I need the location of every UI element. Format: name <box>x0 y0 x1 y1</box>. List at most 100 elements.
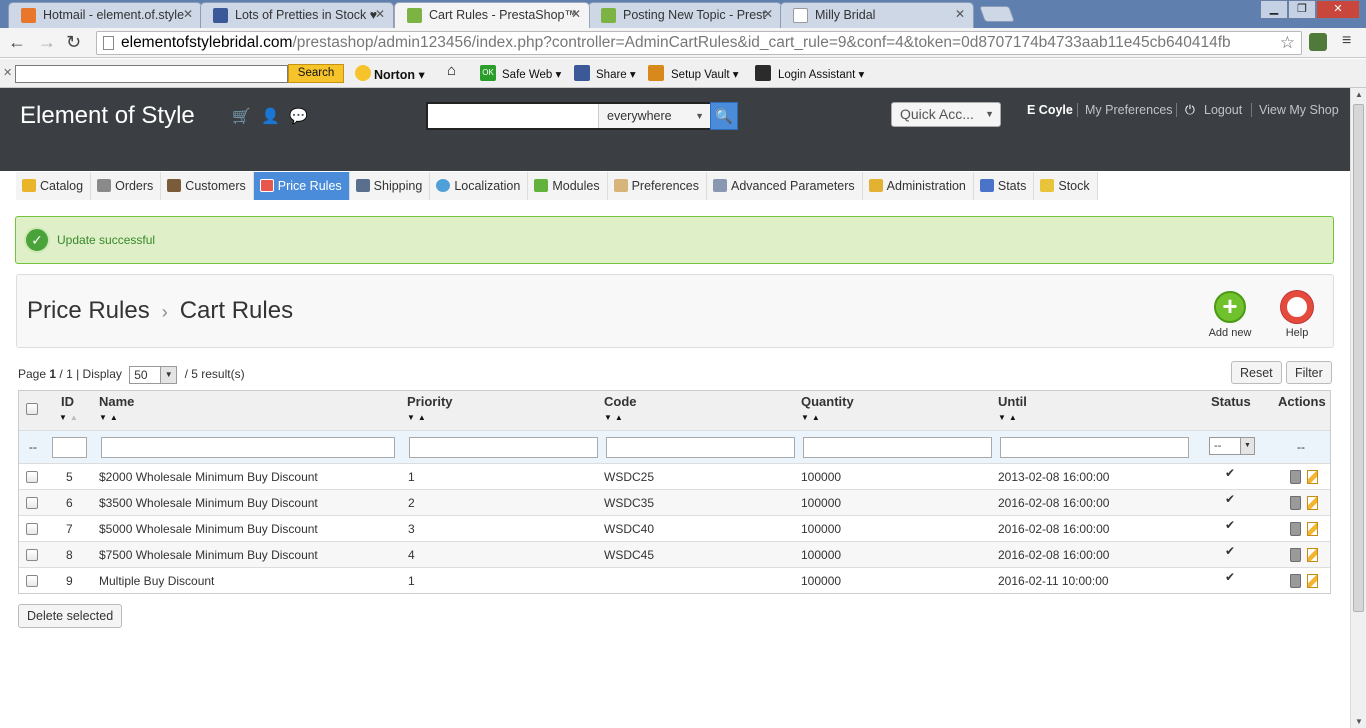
tab-close-icon[interactable]: ✕ <box>571 7 581 21</box>
status-enabled-icon[interactable]: ✔ <box>1225 570 1235 584</box>
browser-tab-facebook[interactable]: Lots of Pretties in Stock ♥ ✕ <box>200 2 394 28</box>
search-scope-select[interactable]: everywhere ▼ <box>598 104 710 128</box>
status-enabled-icon[interactable]: ✔ <box>1225 492 1235 506</box>
logout-link[interactable]: Logout <box>1204 103 1242 117</box>
maximize-button[interactable]: ❐ <box>1288 0 1316 19</box>
row-checkbox[interactable] <box>26 575 38 587</box>
status-enabled-icon[interactable]: ✔ <box>1225 544 1235 558</box>
browser-tab-cart-rules[interactable]: Cart Rules - PrestaShop™ ✕ <box>394 2 590 28</box>
display-count-select[interactable]: 50 ▼ <box>129 366 178 384</box>
browser-tab-milly[interactable]: Milly Bridal ✕ <box>780 2 974 28</box>
menu-icon[interactable]: ≡ <box>1342 32 1351 50</box>
tab-close-icon[interactable]: ✕ <box>183 7 193 21</box>
trash-icon[interactable] <box>1290 574 1301 588</box>
table-row[interactable]: 5 $2000 Wholesale Minimum Buy Discount 1… <box>19 464 1330 490</box>
filter-quantity-input[interactable] <box>803 437 992 458</box>
login-assistant-menu[interactable]: Login Assistant ▾ <box>778 67 864 81</box>
view-shop-link[interactable]: View My Shop <box>1259 103 1339 117</box>
admin-search-input[interactable]: everywhere ▼ <box>426 102 710 130</box>
row-checkbox[interactable] <box>26 497 38 509</box>
edit-pencil-icon[interactable] <box>1307 470 1318 484</box>
menu-localization[interactable]: Localization <box>430 172 529 200</box>
menu-customers[interactable]: Customers <box>161 172 254 200</box>
browser-tab-posting[interactable]: Posting New Topic - Prest ✕ <box>588 2 782 28</box>
tab-close-icon[interactable]: ✕ <box>763 7 773 21</box>
edit-pencil-icon[interactable] <box>1307 548 1318 562</box>
menu-price-rules[interactable]: Price Rules <box>253 172 350 200</box>
orders-cart-icon[interactable]: 🛒 <box>232 107 251 125</box>
filter-until-input[interactable] <box>1000 437 1189 458</box>
sort-arrows-icon[interactable]: ▼▲ <box>407 413 429 422</box>
menu-preferences[interactable]: Preferences <box>607 172 707 200</box>
menu-stats[interactable]: Stats <box>973 172 1035 200</box>
sort-arrows-icon[interactable]: ▼▲ <box>59 413 81 422</box>
menu-stock[interactable]: Stock <box>1034 172 1098 200</box>
back-icon[interactable]: ← <box>8 32 26 53</box>
edit-pencil-icon[interactable] <box>1307 496 1318 510</box>
add-new-button[interactable]: + Add new <box>1202 291 1258 339</box>
my-preferences-link[interactable]: My Preferences <box>1085 103 1173 117</box>
status-enabled-icon[interactable]: ✔ <box>1225 466 1235 480</box>
table-row[interactable]: 7 $5000 Wholesale Minimum Buy Discount 3… <box>19 516 1330 542</box>
bookmark-star-icon[interactable]: ☆ <box>1280 32 1295 54</box>
norton-menu[interactable]: Norton ▾ <box>374 67 425 82</box>
scroll-down-icon[interactable]: ▼ <box>1355 717 1363 726</box>
help-button[interactable]: Help <box>1269 291 1325 339</box>
filter-code-input[interactable] <box>606 437 795 458</box>
new-tab-button[interactable] <box>979 6 1015 22</box>
filter-name-input[interactable] <box>101 437 395 458</box>
status-enabled-icon[interactable]: ✔ <box>1225 518 1235 532</box>
filter-button[interactable]: Filter <box>1286 361 1332 384</box>
row-checkbox[interactable] <box>26 523 38 535</box>
sort-arrows-icon[interactable]: ▼▲ <box>604 413 626 422</box>
extension-icon[interactable] <box>1309 33 1327 51</box>
toolbar-search-button[interactable]: Search <box>288 64 344 83</box>
trash-icon[interactable] <box>1290 470 1301 484</box>
tab-close-icon[interactable]: ✕ <box>955 7 965 21</box>
tab-close-icon[interactable]: ✕ <box>375 7 385 21</box>
edit-pencil-icon[interactable] <box>1307 522 1318 536</box>
reload-icon[interactable]: ↻ <box>66 32 81 53</box>
toolbar-close-icon[interactable]: ✕ <box>3 66 12 79</box>
scrollbar-thumb[interactable] <box>1353 104 1364 612</box>
shop-name[interactable]: Element of Style <box>20 102 195 130</box>
menu-administration[interactable]: Administration <box>862 172 974 200</box>
search-icon[interactable]: 🔍 <box>710 102 738 130</box>
url-input[interactable]: elementofstylebridal.com/prestashop/admi… <box>96 31 1302 55</box>
trash-icon[interactable] <box>1290 496 1301 510</box>
messages-icon[interactable]: 💬 <box>289 107 308 125</box>
scroll-up-icon[interactable]: ▲ <box>1355 90 1363 99</box>
row-checkbox[interactable] <box>26 471 38 483</box>
page-scrollbar[interactable]: ▲ ▼ <box>1350 88 1366 728</box>
menu-modules[interactable]: Modules <box>528 172 608 200</box>
sort-arrows-icon[interactable]: ▼▲ <box>801 413 823 422</box>
minimize-button[interactable]: ▁ <box>1260 0 1288 19</box>
filter-id-input[interactable] <box>52 437 87 458</box>
filter-priority-input[interactable] <box>409 437 598 458</box>
setup-vault-menu[interactable]: Setup Vault ▾ <box>671 67 739 81</box>
select-all-checkbox[interactable] <box>26 403 38 415</box>
home-icon[interactable]: ⌂ <box>447 62 463 79</box>
safe-web-menu[interactable]: Safe Web ▾ <box>502 67 561 81</box>
quick-access-select[interactable]: Quick Acc... ▼ <box>891 102 1001 127</box>
menu-orders[interactable]: Orders <box>91 172 162 200</box>
table-row[interactable]: 6 $3500 Wholesale Minimum Buy Discount 2… <box>19 490 1330 516</box>
sort-arrows-icon[interactable]: ▼▲ <box>998 413 1020 422</box>
edit-pencil-icon[interactable] <box>1307 574 1318 588</box>
close-window-button[interactable]: ✕ <box>1316 0 1360 19</box>
delete-selected-button[interactable]: Delete selected <box>18 604 123 628</box>
menu-shipping[interactable]: Shipping <box>349 172 431 200</box>
table-row[interactable]: 9 Multiple Buy Discount 1 100000 2016-02… <box>19 568 1330 594</box>
menu-catalog[interactable]: Catalog <box>16 172 92 200</box>
new-customers-icon[interactable]: 👤 <box>261 107 280 125</box>
forward-icon[interactable]: → <box>38 32 56 53</box>
table-row[interactable]: 8 $7500 Wholesale Minimum Buy Discount 4… <box>19 542 1330 568</box>
reset-button[interactable]: Reset <box>1231 361 1282 384</box>
trash-icon[interactable] <box>1290 522 1301 536</box>
toolbar-search-input[interactable] <box>15 65 288 83</box>
trash-icon[interactable] <box>1290 548 1301 562</box>
breadcrumb-parent[interactable]: Price Rules <box>27 297 150 324</box>
filter-status-select[interactable]: -- ▼ <box>1209 437 1255 455</box>
menu-advanced-parameters[interactable]: Advanced Parameters <box>706 172 863 200</box>
sort-arrows-icon[interactable]: ▼▲ <box>99 413 121 422</box>
